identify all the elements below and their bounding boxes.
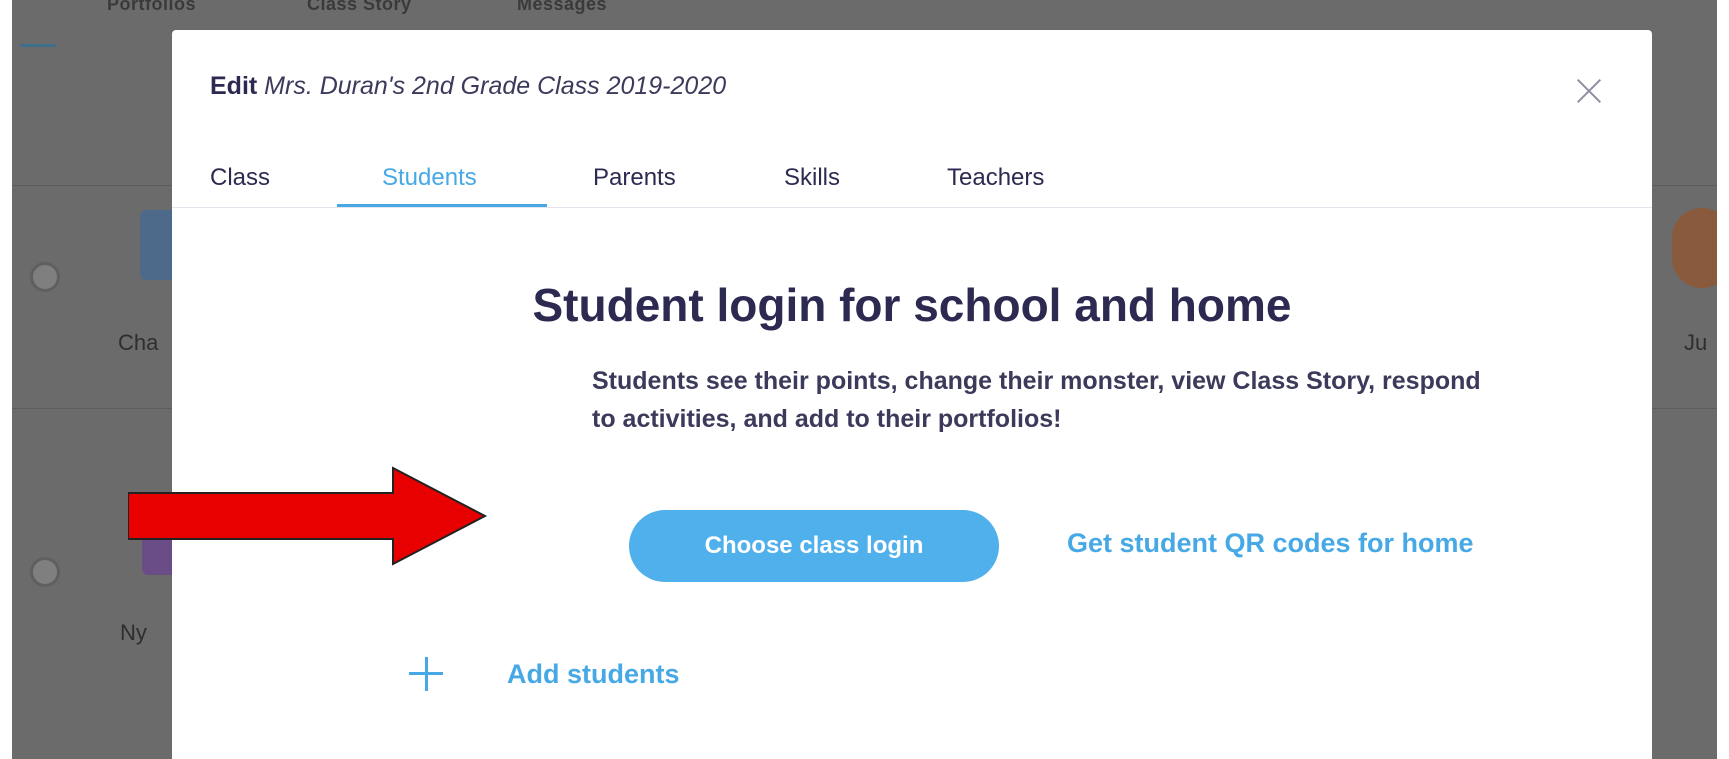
background-student-avatar (1672, 208, 1717, 288)
edit-class-modal: Edit Mrs. Duran's 2nd Grade Class 2019-2… (172, 30, 1652, 759)
background-nav: Portfolios Class Story Messages (12, 0, 1717, 18)
background-select-circle (30, 262, 60, 292)
modal-tab-bar: Class Students Parents Skills Teachers (172, 148, 1652, 208)
tab-students[interactable]: Students (382, 164, 477, 192)
background-nav-item: Messages (517, 0, 608, 14)
annotation-arrow-shape (128, 466, 488, 566)
background-nav-item: Portfolios (107, 0, 196, 14)
tab-class[interactable]: Class (210, 164, 270, 192)
background-student-name: Ny (120, 620, 147, 645)
student-login-description: Students see their points, change their … (592, 367, 1481, 433)
background-student-name: Ju (1684, 330, 1708, 355)
get-qr-codes-link[interactable]: Get student QR codes for home (1067, 528, 1474, 559)
add-students-label: Add students (507, 659, 680, 689)
tab-skills[interactable]: Skills (784, 164, 840, 192)
background-nav-item: Class Story (307, 0, 412, 14)
modal-class-name: Mrs. Duran's 2nd Grade Class 2019-2020 (264, 72, 727, 100)
close-icon[interactable] (1572, 74, 1606, 108)
background-select-circle (30, 557, 60, 587)
background-nav-indicator (20, 44, 56, 47)
arrow-right-icon (128, 466, 488, 566)
tab-teachers[interactable]: Teachers (947, 164, 1044, 192)
plus-icon (409, 657, 443, 691)
tab-parents[interactable]: Parents (593, 164, 676, 192)
active-tab-indicator (337, 204, 547, 207)
modal-title: Edit Mrs. Duran's 2nd Grade Class 2019-2… (210, 72, 726, 101)
background-student-name: Cha (118, 330, 159, 355)
choose-class-login-button[interactable]: Choose class login (629, 510, 999, 582)
modal-title-prefix: Edit (210, 72, 258, 100)
student-login-headline: Student login for school and home (532, 279, 1292, 331)
screenshot-frame: Portfolios Class Story Messages Cha Ny J… (0, 0, 1729, 759)
